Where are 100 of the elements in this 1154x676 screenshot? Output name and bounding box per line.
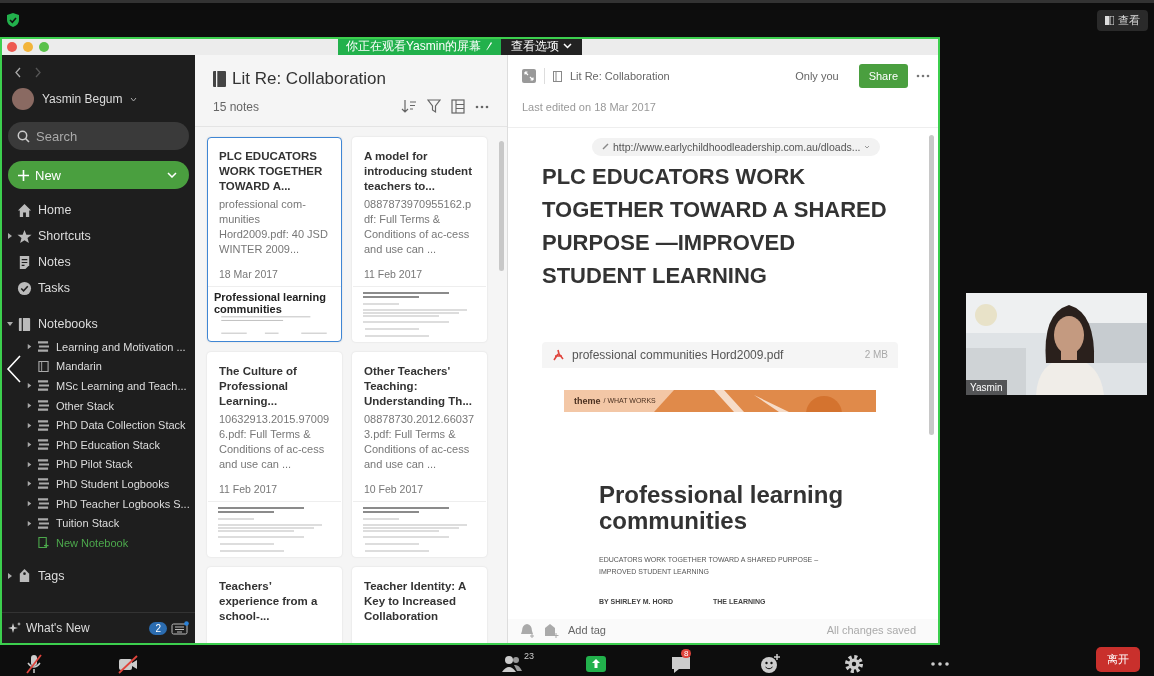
- scrollbar[interactable]: [929, 135, 934, 435]
- sidebar-item[interactable]: Tags: [38, 568, 65, 583]
- note-card[interactable]: The Culture of Professional Learning... 10632913.2015.970096.pdf: Full Terms & Conditions of ac-cess and use can ... 11 Feb 2017: [207, 352, 342, 557]
- add-tag-field[interactable]: Add tag: [568, 624, 606, 636]
- chevron-down-icon: [864, 144, 871, 149]
- note-title: A model for introducing student teachers to...: [363, 149, 473, 194]
- back-icon[interactable]: [14, 67, 22, 78]
- sort-icon[interactable]: [401, 99, 417, 114]
- note-title: The Culture of Professional Learning...: [218, 364, 298, 409]
- search-icon: [17, 130, 30, 143]
- link-icon: [602, 143, 609, 150]
- shield-icon[interactable]: [6, 12, 20, 28]
- stack-icon: [37, 517, 50, 529]
- caret-icon[interactable]: [26, 382, 33, 390]
- notebook-item[interactable]: Tuition Stack: [56, 517, 120, 530]
- notebook-item[interactable]: Learning and Motivation ...: [56, 340, 186, 353]
- keyboard-icon[interactable]: [171, 621, 189, 635]
- smiley-icon[interactable]: [761, 653, 781, 673]
- note-card[interactable]: Other Teachers' Teaching: Understanding Th... 08878730.2012.660373.pdf: Full Terms & Conditions of ac-cess and use can ... 10 Feb 2017: [352, 352, 487, 557]
- notebook-item[interactable]: PhD Data Collection Stack: [56, 419, 186, 432]
- caret-icon[interactable]: [26, 500, 33, 508]
- stack-icon: [37, 458, 50, 470]
- user-name[interactable]: Yasmin Begum: [42, 92, 123, 106]
- notebook-item[interactable]: Other Stack: [56, 399, 115, 412]
- file-size: 2 MB: [864, 349, 888, 360]
- video-tile[interactable]: Yasmin: [966, 293, 1147, 395]
- stack-icon: [37, 341, 50, 353]
- chevron-down-icon: [563, 43, 573, 49]
- attachment-name: professional communities Hord2009.pdf: [572, 347, 784, 362]
- note-snippet: 10632913.2015.970096.pdf: Full Terms & Conditions of ac-cess and use can ...: [218, 412, 331, 472]
- chevron-left-icon[interactable]: [6, 355, 22, 383]
- share-screen-icon[interactable]: [586, 656, 606, 672]
- notebook-item[interactable]: PhD Student Logbooks: [56, 477, 170, 490]
- pdf-icon: [552, 348, 564, 361]
- check-circle-icon: [17, 280, 32, 296]
- filter-icon[interactable]: [427, 99, 441, 114]
- participants-icon[interactable]: [502, 656, 522, 672]
- note-date: 18 Mar 2017: [218, 267, 279, 282]
- note-title: Teacher Identity: A Key to Increased Collaboration: [363, 579, 467, 624]
- caret-icon[interactable]: [26, 343, 33, 351]
- notebook-item[interactable]: PhD Teacher Logbooks S...: [56, 497, 190, 510]
- caret-icon[interactable]: [6, 232, 14, 240]
- leave-button[interactable]: 离开: [1096, 647, 1140, 672]
- close-icon[interactable]: [7, 42, 17, 52]
- note-card[interactable]: A model for introducing student teachers to... 0887873970955162.pdf: Full Terms & Conditions of ac-cess and use can ... 11 Feb 2017: [352, 137, 487, 342]
- thumbnail-heading: Professional learning communities: [214, 291, 327, 315]
- notebook-item[interactable]: PhD Education Stack: [56, 438, 160, 451]
- home-icon: [17, 202, 32, 218]
- sidebar-item[interactable]: Home: [38, 203, 72, 217]
- sharing-banner: 你正在观看Yasmin的屏幕: [338, 39, 502, 55]
- note-date: 10 Feb 2017: [363, 482, 424, 497]
- notebook-title: Lit Re: Collaboration: [232, 69, 387, 89]
- notebook-icon: [17, 316, 32, 332]
- sidebar-item[interactable]: Notes: [38, 255, 71, 269]
- video-off-icon[interactable]: [118, 655, 138, 674]
- muted-microphone-icon[interactable]: [26, 654, 42, 674]
- participant-count: 23: [524, 651, 534, 661]
- source-url-chip[interactable]: http://www.earlychildhoodleadership.com.au/dloads...: [592, 137, 881, 156]
- notebook-link[interactable]: Lit Re: Collaboration: [570, 70, 670, 82]
- more-icon[interactable]: [931, 662, 949, 666]
- note-card[interactable]: Teachers’ experience from a school-...: [207, 567, 342, 643]
- view-button[interactable]: 查看: [1097, 9, 1148, 31]
- note-icon: [17, 254, 32, 270]
- notebook-item[interactable]: Mandarin: [56, 360, 102, 373]
- search-field[interactable]: Search: [8, 122, 189, 150]
- caret-icon[interactable]: [26, 421, 33, 429]
- note-snippet: 08878730.2012.660373.pdf: Full Terms & Conditions of ac-cess and use can ...: [363, 412, 476, 472]
- notebook-item[interactable]: New Notebook: [56, 536, 129, 549]
- chevron-down-icon[interactable]: [130, 96, 138, 102]
- note-title: Teachers’ experience from a school-...: [218, 579, 319, 624]
- stack-icon: [37, 380, 50, 392]
- note-count: 15 notes: [213, 99, 260, 114]
- caret-icon[interactable]: [26, 519, 33, 527]
- note-title: PLC EDUCATORS WORK TOGETHER TOWARD A SHARED PURPOSE —IMPROVED STUDENT LEARNING: [542, 162, 888, 290]
- whats-new-link[interactable]: What's New: [26, 621, 90, 635]
- scrollbar[interactable]: [499, 141, 504, 271]
- expand-icon[interactable]: [522, 69, 536, 83]
- caret-icon[interactable]: [26, 460, 33, 468]
- visibility-label[interactable]: Only you: [795, 70, 839, 82]
- caret-icon[interactable]: [6, 320, 14, 328]
- note-card[interactable]: PLC EDUCATORS WORK TOGETHER TOWARD A... professional com-munities Hord2009.pdf: 40 JSD WINTER 2009... 18 Mar 2017 Professional learning communities: [207, 137, 342, 342]
- view-options-button[interactable]: 查看选项: [501, 39, 583, 55]
- chat-icon[interactable]: [672, 657, 690, 673]
- caret-icon[interactable]: [26, 402, 33, 410]
- caret-icon[interactable]: [26, 441, 33, 449]
- layout-icon[interactable]: [451, 99, 465, 114]
- sidebar-item[interactable]: Shortcuts: [38, 229, 91, 243]
- note-snippet: 0887873970955162.pdf: Full Terms & Conditions of ac-cess and use can ...: [363, 197, 473, 257]
- notebook-item[interactable]: PhD Pilot Stack: [56, 458, 133, 471]
- stack-icon: [37, 400, 50, 412]
- stack-icon: [37, 439, 50, 451]
- settings-icon[interactable]: [845, 655, 863, 673]
- caret-icon[interactable]: [26, 480, 33, 488]
- avatar[interactable]: [12, 88, 34, 110]
- note-date: 11 Feb 2017: [218, 482, 279, 497]
- sidebar-item[interactable]: Notebooks: [38, 317, 98, 331]
- note-card[interactable]: Teacher Identity: A Key to Increased Collaboration: [352, 567, 487, 643]
- notebook-item[interactable]: MSc Learning and Teach...: [56, 380, 187, 392]
- caret-icon[interactable]: [6, 571, 14, 580]
- sidebar-item[interactable]: Tasks: [38, 281, 70, 295]
